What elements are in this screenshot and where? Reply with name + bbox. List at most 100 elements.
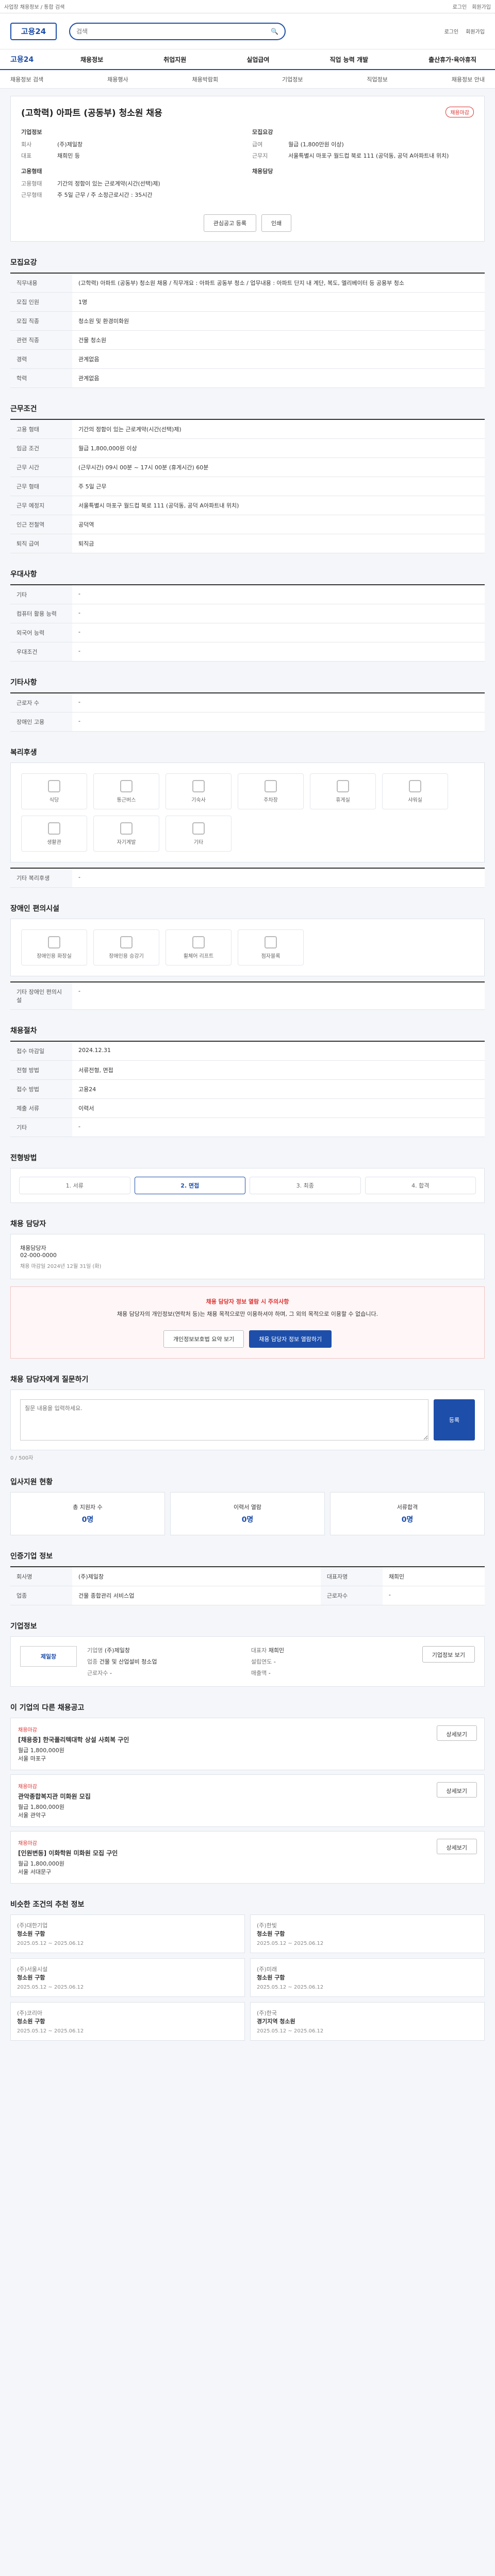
sub-item[interactable]: 채용행사	[107, 75, 128, 83]
text-value: 채희민	[268, 1647, 285, 1654]
text-value: -	[72, 1117, 485, 1137]
text-value: (주)코리아	[17, 2010, 43, 2016]
table-row: 근무 예정지 서울특별시 마포구 월드컵 북로 111 (공덕동, 공덕 A아파트…	[10, 496, 485, 515]
view-contact-button[interactable]: 채용 담당자 정보 열람하기	[249, 1330, 332, 1348]
text-value: 주 5일 근무	[72, 477, 485, 496]
similar-item[interactable]: (주)코리아 청소원 구함 2025.05.12 ~ 2025.06.12	[10, 2002, 245, 2041]
text-value: 서울 서대문구	[18, 1869, 52, 1875]
text-value: 근무 시간	[10, 457, 72, 477]
status-title: 입사지원 현황	[10, 1478, 53, 1486]
text-value: 건물 종합관리 서비스업	[72, 1586, 321, 1605]
status-box: 서류합격 0명	[330, 1492, 485, 1535]
contact-title: 채용 담당자	[10, 1220, 46, 1228]
search-input[interactable]	[76, 27, 262, 35]
text-value: 고용 형태	[10, 419, 72, 439]
text-value: 샤워실	[408, 797, 422, 803]
facility-icon	[48, 822, 60, 835]
nav-logo[interactable]: 고용24	[10, 54, 72, 64]
similar-item[interactable]: (주)서울시설 청소원 구함 2025.05.12 ~ 2025.06.12	[10, 1958, 245, 1997]
text-value: (주)서울시설	[17, 1966, 48, 1973]
text-value: 서울 관악구	[18, 1812, 46, 1819]
table-row: 업종 건물 종합관리 서비스업 근로자수 -	[10, 1586, 485, 1605]
sub-item[interactable]: 기업정보	[282, 75, 303, 83]
recruit-table: 직무내용 (고학력) 아파트 (공동부) 청소원 채용 / 직무개요 : 아파트 …	[10, 273, 485, 388]
print-button[interactable]: 인쇄	[261, 214, 292, 232]
privacy-summary-button[interactable]: 개인정보보호법 요약 보기	[163, 1330, 244, 1348]
sub-item[interactable]: 채용정보 검색	[10, 75, 43, 83]
welfare-title: 우대사항	[10, 570, 37, 579]
sub-item[interactable]: 채용박람회	[192, 75, 218, 83]
login-link[interactable]: 로그인	[453, 5, 467, 10]
steps-bar: 1. 서류 2. 면접 3. 최종 4. 합격	[10, 1168, 485, 1203]
table-row: 근무 형태 주 5일 근무	[10, 477, 485, 496]
facility-item: 자기계발	[93, 816, 159, 852]
disabled-item: 장애인용 화장실	[21, 929, 87, 965]
similar-item[interactable]: (주)한국 경기지역 청소원 2025.05.12 ~ 2025.06.12	[250, 2002, 485, 2041]
gen-title: 인증기업 정보	[10, 1552, 53, 1561]
similar-item[interactable]: (주)대한기업 청소원 구함 2025.05.12 ~ 2025.06.12	[10, 1914, 245, 1953]
facility-item: 기타	[166, 816, 232, 852]
text-value: [채용중] 한국폴리텍대학 상설 사회복 구인	[18, 1736, 129, 1743]
text-value: 우대조건	[10, 642, 72, 662]
text-value: 근로자수	[320, 1586, 383, 1605]
table-row: 직무내용 (고학력) 아파트 (공동부) 청소원 채용 / 직무개요 : 아파트 …	[10, 273, 485, 293]
text-value: 대표자명	[320, 1567, 383, 1586]
text-value: 2025.05.12 ~ 2025.06.12	[17, 1985, 84, 1990]
detail-button[interactable]: 상세보기	[436, 1725, 477, 1741]
text-value: 서류합격	[397, 1504, 418, 1511]
text-value: 학력	[10, 368, 72, 388]
util-signup[interactable]: 회원가입	[466, 27, 485, 35]
facility-icon	[120, 822, 133, 835]
text-value: 기타 장애인 편의시설	[10, 982, 72, 1010]
nav-leave[interactable]: 출산휴가·육아휴직	[420, 55, 485, 64]
company-info-button[interactable]: 기업정보 보기	[422, 1646, 475, 1663]
company-label: 기업정보	[21, 129, 42, 135]
qna-textarea[interactable]	[20, 1399, 428, 1440]
topbar-left: 사업장 채용정보 / 통합 검색	[4, 5, 65, 10]
facility-item: 주차장	[238, 773, 304, 809]
text-value: 채용마감	[18, 1727, 37, 1733]
signup-link[interactable]: 회원가입	[472, 5, 491, 10]
text-value: -	[382, 1586, 485, 1605]
status-boxes: 총 지원자 수 0명 이력서 열람 0명 서류합격 0명	[10, 1492, 485, 1535]
text-value: 기숙사	[191, 797, 206, 803]
table-row: 전형 방법 서류전형, 면접	[10, 1060, 485, 1080]
similar-item[interactable]: (주)한빛 청소원 구함 2025.05.12 ~ 2025.06.12	[250, 1914, 485, 1953]
contact-phone: 02-000-0000	[20, 1252, 57, 1259]
text-value: 이력서 열람	[233, 1504, 262, 1511]
similar-item[interactable]: (주)미래 청소원 구함 2025.05.12 ~ 2025.06.12	[250, 1958, 485, 1997]
text-value: 청소원 구함	[257, 1974, 285, 1981]
work-title: 근무조건	[10, 405, 37, 413]
sub-item[interactable]: 직업정보	[367, 75, 387, 83]
detail-button[interactable]: 상세보기	[436, 1839, 477, 1854]
search-icon[interactable]: 🔍	[271, 28, 278, 35]
text-value: 건물 및 산업설비 청소업	[99, 1658, 157, 1665]
list-item[interactable]: 채용마감 관악종합복지관 미화원 모집 월급 1,800,000원 서울 관악구 상세…	[10, 1774, 485, 1827]
text-value: -	[72, 982, 485, 1010]
bookmark-button[interactable]: 관심공고 등록	[203, 214, 256, 232]
qna-submit-button[interactable]: 등록	[434, 1399, 475, 1440]
text-value: [인원변동] 이화학원 미화원 모집 구인	[18, 1850, 118, 1857]
table-row: 근무 시간 (근무시간) 09시 00분 ~ 17시 00분 (휴게시간) 60분	[10, 457, 485, 477]
text-value: 2025.05.12 ~ 2025.06.12	[257, 1985, 324, 1990]
worker-label: 고용형태	[21, 168, 42, 175]
text-value: 근무지	[252, 152, 268, 159]
site-logo[interactable]: 고용24	[10, 22, 57, 40]
table-row: 우대조건 -	[10, 642, 485, 662]
list-item[interactable]: 채용마감 [인원변동] 이화학원 미화원 모집 구인 월급 1,800,000원 서울…	[10, 1831, 485, 1884]
text-value: 1명	[72, 292, 485, 312]
nav-unemploy[interactable]: 실업급여	[238, 55, 277, 64]
list-item[interactable]: 채용마감 [채용중] 한국폴리텍대학 상설 사회복 구인 월급 1,800,000원…	[10, 1718, 485, 1770]
text-value: 이력서	[72, 1098, 485, 1118]
nav-training[interactable]: 직업 능력 개발	[321, 55, 376, 64]
disabled-item: 점자블록	[238, 929, 304, 965]
sub-item[interactable]: 채용정보 안내	[452, 75, 485, 83]
status-badge: 채용마감	[446, 107, 474, 117]
search-bar: 🔍	[69, 22, 286, 40]
nav-job[interactable]: 채용정보	[72, 55, 111, 64]
util-login[interactable]: 로그인	[444, 27, 459, 35]
detail-button[interactable]: 상세보기	[436, 1782, 477, 1798]
table-row: 모집 직종 청소원 및 환경미화원	[10, 311, 485, 331]
text-value: 고용형태	[21, 180, 42, 187]
nav-support[interactable]: 취업지원	[155, 55, 194, 64]
